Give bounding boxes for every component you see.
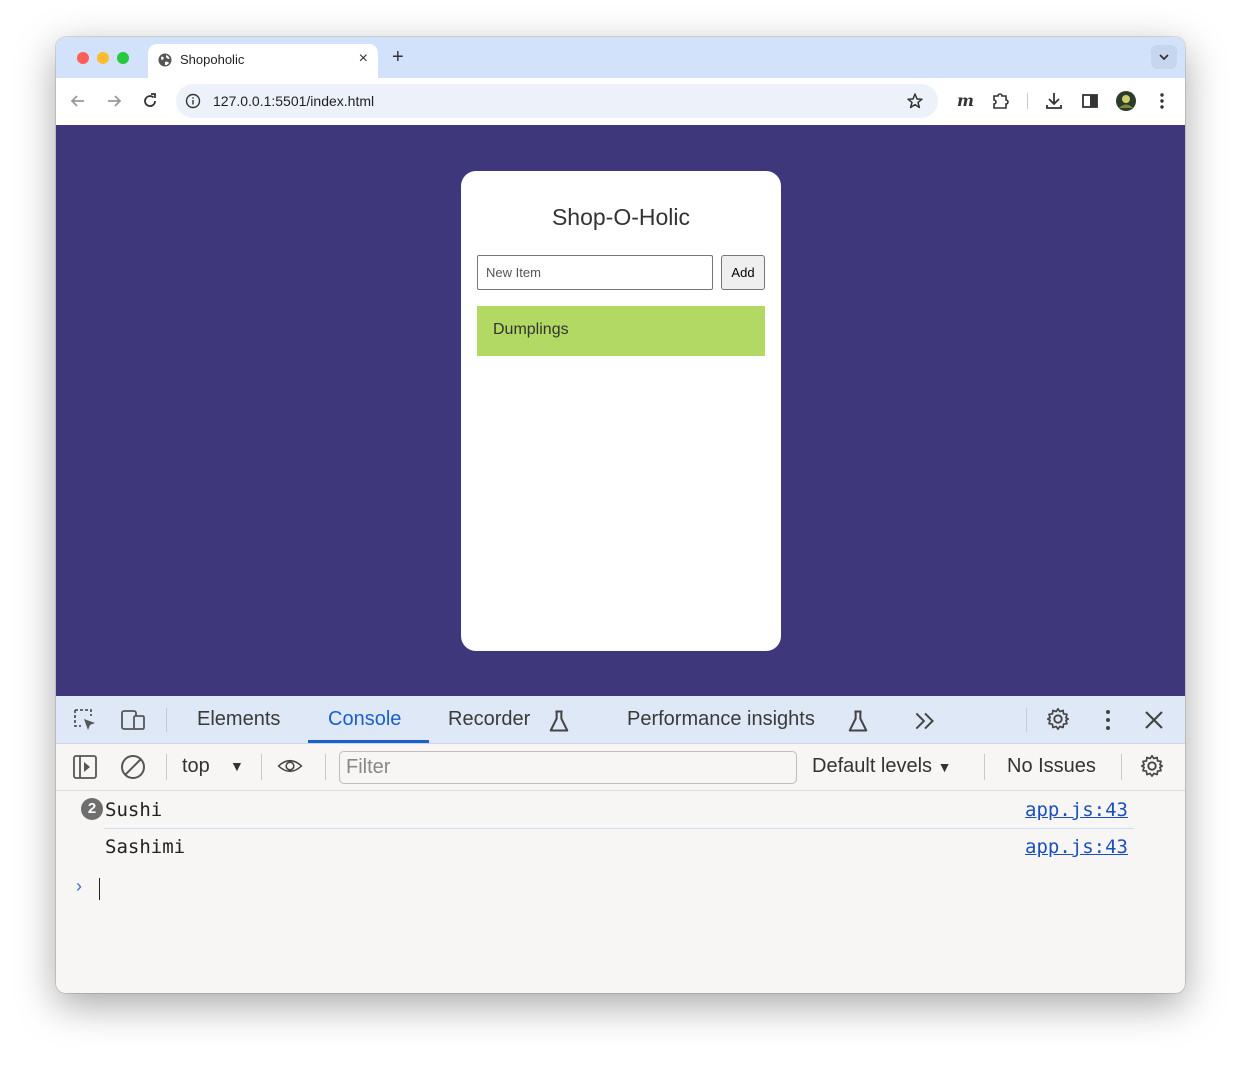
close-icon[interactable] xyxy=(1141,707,1167,733)
prompt-chevron-icon: › xyxy=(76,876,82,896)
context-selector[interactable]: top xyxy=(182,755,210,778)
address-url: 127.0.0.1:5501/index.html xyxy=(213,93,375,109)
extension-m-icon[interactable]: m xyxy=(954,90,976,112)
zoom-window-button[interactable] xyxy=(117,52,129,64)
new-tab-button[interactable]: + xyxy=(392,46,404,69)
console-toolbar: top ▼ Default levels ▼ No Issues xyxy=(56,744,1185,791)
reload-icon[interactable] xyxy=(139,90,161,112)
source-link[interactable]: app.js:43 xyxy=(1025,836,1128,858)
close-window-button[interactable] xyxy=(77,52,89,64)
more-tabs-chevrons-icon[interactable] xyxy=(912,708,938,734)
tab-recorder[interactable]: Recorder xyxy=(448,708,530,731)
sidebar-toggle-icon[interactable] xyxy=(72,754,98,780)
devtools-tab-bar: Elements Console Recorder Performance in… xyxy=(56,696,1185,744)
devtools-panel: Elements Console Recorder Performance in… xyxy=(56,696,1185,993)
devtools-divider xyxy=(166,708,167,732)
chevron-down-icon xyxy=(1159,54,1169,61)
console-output: 2 Sushi app.js:43 Sashimi app.js:43 › xyxy=(56,791,1185,993)
tab-close-icon[interactable]: × xyxy=(359,50,368,68)
caret-down-icon[interactable]: ▼ xyxy=(230,758,244,774)
app-title: Shop-O-Holic xyxy=(551,204,691,230)
log-levels-dropdown[interactable]: Default levels ▼ xyxy=(812,755,951,778)
list-item[interactable]: Dumplings xyxy=(477,306,765,356)
more-vert-icon[interactable] xyxy=(1151,90,1173,112)
live-expression-eye-icon[interactable] xyxy=(277,753,303,779)
console-message: Sushi app.js:43 xyxy=(104,791,1134,827)
tab-elements[interactable]: Elements xyxy=(197,708,280,731)
caret-down-icon: ▼ xyxy=(937,759,952,775)
devtools-divider xyxy=(1121,754,1122,780)
back-arrow-icon[interactable] xyxy=(67,90,89,112)
minimize-window-button[interactable] xyxy=(97,52,109,64)
toolbar-divider xyxy=(1027,93,1028,109)
settings-gear-icon[interactable] xyxy=(1045,706,1071,732)
forward-arrow-icon[interactable] xyxy=(103,90,125,112)
devtools-divider xyxy=(984,754,985,780)
experiment-flask-icon xyxy=(848,710,868,732)
experiment-flask-icon xyxy=(549,710,569,732)
repeat-count-badge: 2 xyxy=(81,798,103,820)
shopping-list-card: Shop-O-Holic Add Dumplings xyxy=(461,171,781,651)
console-settings-gear-icon[interactable] xyxy=(1139,753,1165,779)
devtools-divider xyxy=(261,754,262,780)
more-vert-icon[interactable] xyxy=(1095,707,1121,733)
new-item-input[interactable] xyxy=(477,255,713,290)
bookmark-star-icon[interactable] xyxy=(906,92,924,110)
console-prompt-input[interactable] xyxy=(99,878,100,900)
browser-tab[interactable]: Shopoholic × xyxy=(148,44,378,78)
issues-counter[interactable]: No Issues xyxy=(1007,755,1096,778)
profile-avatar-icon[interactable] xyxy=(1115,90,1137,112)
console-message-text: Sashimi xyxy=(105,836,186,858)
filter-input[interactable] xyxy=(339,751,797,784)
log-levels-label: Default levels xyxy=(812,755,933,777)
globe-icon xyxy=(158,53,172,67)
tab-title: Shopoholic xyxy=(180,52,245,67)
tab-performance-insights[interactable]: Performance insights xyxy=(627,708,815,731)
console-message: Sashimi app.js:43 xyxy=(104,828,1134,864)
devtools-divider xyxy=(166,754,167,780)
source-link[interactable]: app.js:43 xyxy=(1025,799,1128,821)
devtools-divider xyxy=(325,754,326,780)
address-bar[interactable]: 127.0.0.1:5501/index.html xyxy=(176,84,938,118)
tab-search-button[interactable] xyxy=(1151,45,1177,69)
tab-strip: Shopoholic × + xyxy=(56,37,1185,78)
side-panel-icon[interactable] xyxy=(1079,90,1101,112)
devtools-divider xyxy=(1026,708,1027,732)
download-icon[interactable] xyxy=(1043,90,1065,112)
inspect-element-icon[interactable] xyxy=(72,707,98,733)
browser-toolbar: 127.0.0.1:5501/index.html m xyxy=(56,78,1185,126)
svg-text:m: m xyxy=(957,91,974,110)
console-message-text: Sushi xyxy=(105,799,163,821)
clear-console-icon[interactable] xyxy=(120,754,146,780)
browser-window: Shopoholic × + 127.0.0.1:5501/index.html… xyxy=(56,37,1185,993)
tab-console[interactable]: Console xyxy=(328,708,401,731)
extensions-puzzle-icon[interactable] xyxy=(990,90,1012,112)
page-viewport: Shop-O-Holic Add Dumplings xyxy=(56,125,1185,696)
add-button[interactable]: Add xyxy=(721,255,765,290)
device-toolbar-icon[interactable] xyxy=(120,707,146,733)
active-tab-indicator xyxy=(308,740,429,743)
site-info-icon[interactable] xyxy=(185,93,201,109)
